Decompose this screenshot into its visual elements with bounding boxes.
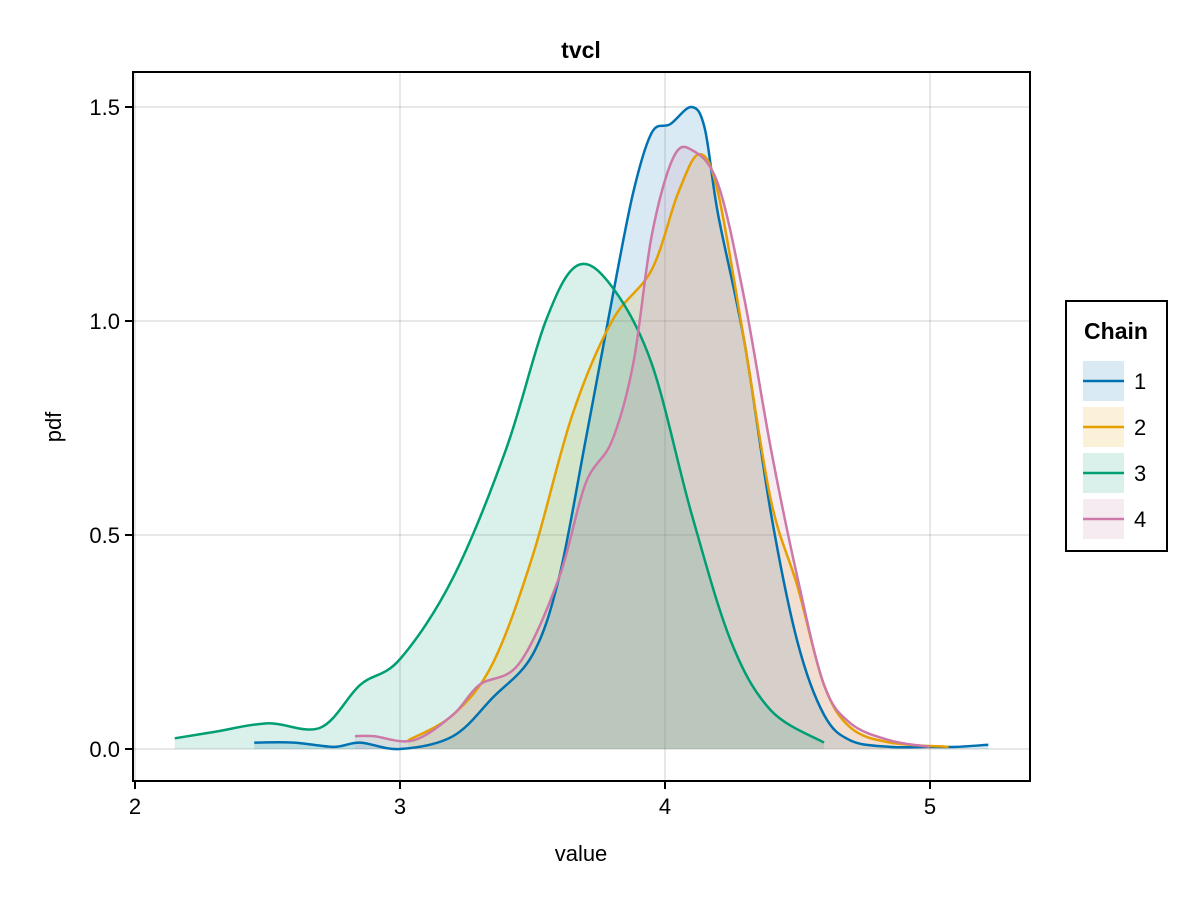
- y-tick-label: 0.0: [89, 737, 120, 762]
- legend-label: 1: [1134, 369, 1146, 394]
- x-tick-label: 5: [924, 794, 936, 819]
- legend-label: 4: [1134, 507, 1146, 532]
- density-areas: [174, 106, 989, 750]
- chart-title: tvcl: [561, 37, 601, 63]
- x-tick-label: 2: [129, 794, 141, 819]
- legend-label: 3: [1134, 461, 1146, 486]
- legend-title: Chain: [1084, 318, 1148, 344]
- y-axis-label: pdf: [41, 411, 66, 442]
- legend: Chain 1 2 3 4: [1065, 300, 1168, 552]
- y-tick-label: 0.5: [89, 523, 120, 548]
- x-tick-label: 4: [659, 794, 671, 819]
- legend-label: 2: [1134, 415, 1146, 440]
- y-tick-label: 1.5: [89, 95, 120, 120]
- density-chart: 2 3 4 5 0.0 0.5 1.0 1.5 tvcl value pdf Chain 1 2…: [41, 37, 1168, 866]
- x-axis-label: value: [555, 841, 608, 866]
- x-tick-label: 3: [394, 794, 406, 819]
- y-tick-label: 1.0: [89, 309, 120, 334]
